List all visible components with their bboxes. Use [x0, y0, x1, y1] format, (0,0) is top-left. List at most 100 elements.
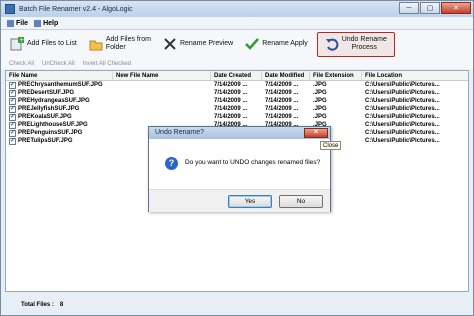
undo-rename-button[interactable]: Undo Rename Process [316, 31, 395, 57]
cell-file-location: C:\Users\Public\Pictures... [362, 81, 468, 89]
cell-file-name: PREDesertSUF.JPG [6, 89, 113, 97]
app-icon [5, 4, 15, 14]
cell-file-location-text: C:\Users\Public\Pictures... [365, 122, 440, 128]
cell-date-created-text: 7/14/2009 ... [214, 114, 248, 120]
table-row[interactable]: PREDesertSUF.JPG 7/14/2009 ... 7/14/2009 .… [6, 89, 468, 97]
cell-file-name: PREPenguinsSUF.JPG [6, 129, 113, 137]
undo-rename-label: Undo Rename Process [342, 36, 387, 52]
cell-file-name-text: PREJellyfishSUF.JPG [18, 106, 80, 112]
cell-date-created: 7/14/2009 ... [211, 113, 262, 121]
minimize-button[interactable]: ─ [399, 2, 419, 14]
column-file-name[interactable]: File Name [6, 71, 113, 80]
cell-date-created: 7/14/2009 ... [211, 105, 262, 113]
table-row[interactable]: PREJellyfishSUF.JPG 7/14/2009 ... 7/14/200… [6, 105, 468, 113]
cell-file-name-text: PREDesertSUF.JPG [18, 90, 75, 96]
add-files-button[interactable]: + Add Files to List [7, 32, 80, 56]
cell-file-location-text: C:\Users\Public\Pictures... [365, 98, 440, 104]
uncheck-all-button[interactable]: UnCheck All [42, 61, 75, 67]
cell-file-extension: .JPG [310, 105, 362, 113]
question-icon: ? [165, 157, 178, 170]
row-checkbox[interactable] [9, 121, 16, 129]
total-files-label: Total Files : [21, 302, 54, 308]
menu-help-label: Help [43, 19, 59, 27]
cell-file-extension: .JPG [310, 97, 362, 105]
cell-file-location-text: C:\Users\Public\Pictures... [365, 138, 440, 144]
cell-file-extension: .JPG [310, 81, 362, 89]
cell-date-modified: 7/14/2009 ... [262, 81, 310, 89]
row-checkbox[interactable] [9, 81, 16, 89]
file-menu-icon [7, 19, 14, 27]
cell-date-created-text: 7/14/2009 ... [214, 90, 248, 96]
add-folder-button[interactable]: Add Files from Folder [86, 32, 154, 56]
cell-file-name-text: PRELighthouseSUF.JPG [18, 122, 88, 128]
undo-icon [325, 37, 339, 51]
rename-apply-button[interactable]: Rename Apply [242, 32, 311, 56]
dialog-message: Do you want to UNDO changes renamed file… [185, 159, 321, 166]
cell-file-name-text: PREKoalaSUF.JPG [18, 114, 72, 120]
cell-file-location: C:\Users\Public\Pictures... [362, 105, 468, 113]
cell-file-name: PRELighthouseSUF.JPG [6, 121, 113, 129]
cell-date-created-text: 7/14/2009 ... [214, 98, 248, 104]
undo-rename-dialog: Undo Rename? ✕ ? Do you want to UNDO cha… [148, 126, 342, 212]
column-file-location[interactable]: File Location [362, 71, 468, 80]
invert-all-checked-button[interactable]: Invert All Checked [83, 61, 131, 67]
check-all-button[interactable]: Check All [9, 61, 34, 67]
cell-file-extension-text: .JPG [313, 114, 327, 120]
menu-help[interactable]: Help [34, 19, 59, 27]
column-file-extension[interactable]: File Extension [310, 71, 362, 80]
yes-button[interactable]: Yes [228, 195, 272, 208]
cell-date-created: 7/14/2009 ... [211, 89, 262, 97]
add-folder-label: Add Files from Folder [106, 36, 151, 52]
column-new-file-name[interactable]: New File Name [113, 71, 211, 80]
cell-file-extension-text: .JPG [313, 90, 327, 96]
cell-file-extension-text: .JPG [313, 82, 327, 88]
no-button[interactable]: No [279, 195, 323, 208]
cell-file-location: C:\Users\Public\Pictures... [362, 113, 468, 121]
undo-rename-label-line1: Undo Rename [341, 36, 387, 43]
cell-date-modified-text: 7/14/2009 ... [265, 106, 299, 112]
cell-file-extension-text: .JPG [313, 106, 327, 112]
column-date-created[interactable]: Date Created [211, 71, 262, 80]
row-checkbox[interactable] [9, 137, 16, 145]
rename-preview-label: Rename Preview [179, 40, 234, 47]
row-checkbox[interactable] [9, 129, 16, 137]
dialog-frame: Undo Rename? ✕ ? Do you want to UNDO cha… [148, 126, 331, 212]
table-row[interactable]: PREHydrangeasSUF.JPG 7/14/2009 ... 7/14/20… [6, 97, 468, 105]
cell-file-name: PRETulipsSUF.JPG [6, 137, 113, 145]
cell-date-modified-text: 7/14/2009 ... [265, 90, 299, 96]
add-files-icon: + [10, 37, 24, 51]
cell-file-extension-text: .JPG [313, 98, 327, 104]
tools-icon [163, 37, 177, 51]
table-row[interactable]: PREKoalaSUF.JPG 7/14/2009 ... 7/14/2009 ..… [6, 113, 468, 121]
rename-preview-button[interactable]: Rename Preview [160, 32, 236, 56]
cell-date-modified-text: 7/14/2009 ... [265, 82, 299, 88]
column-date-modified[interactable]: Date Modified [262, 71, 310, 80]
svg-text:+: + [19, 37, 24, 44]
total-files-value: 8 [59, 302, 64, 308]
row-checkbox[interactable] [9, 97, 16, 105]
add-folder-label-line1: Add Files from [105, 36, 151, 43]
maximize-button[interactable]: ▢ [420, 2, 440, 14]
help-menu-icon [34, 19, 42, 27]
cell-file-name-text: PRETulipsSUF.JPG [18, 138, 73, 144]
cell-file-location-text: C:\Users\Public\Pictures... [365, 114, 440, 120]
window-title: Batch File Renamer v2.4 - AlgoLogic [19, 5, 133, 13]
dialog-footer: Yes No [149, 189, 330, 212]
cell-file-location-text: C:\Users\Public\Pictures... [365, 130, 440, 136]
close-window-button[interactable]: ✕ [441, 2, 471, 14]
cell-date-modified-text: 7/14/2009 ... [265, 98, 299, 104]
cell-date-created-text: 7/14/2009 ... [214, 82, 248, 88]
cell-date-modified: 7/14/2009 ... [262, 105, 310, 113]
title-bar: Batch File Renamer v2.4 - AlgoLogic ─ ▢ … [1, 1, 473, 17]
menu-bar: File Help [1, 17, 473, 30]
row-checkbox[interactable] [9, 113, 16, 121]
row-checkbox[interactable] [9, 89, 16, 97]
row-checkbox[interactable] [9, 105, 16, 113]
folder-icon [89, 37, 103, 51]
menu-file[interactable]: File [7, 19, 28, 27]
undo-rename-label-line2: Process [351, 44, 377, 51]
dialog-close-button[interactable]: ✕ [304, 128, 328, 138]
table-row[interactable]: PREChrysanthemumSUF.JPG 7/14/2009 ... 7/14… [6, 81, 468, 89]
dialog-title: Undo Rename? [149, 127, 330, 139]
cell-date-modified-text: 7/14/2009 ... [265, 114, 299, 120]
